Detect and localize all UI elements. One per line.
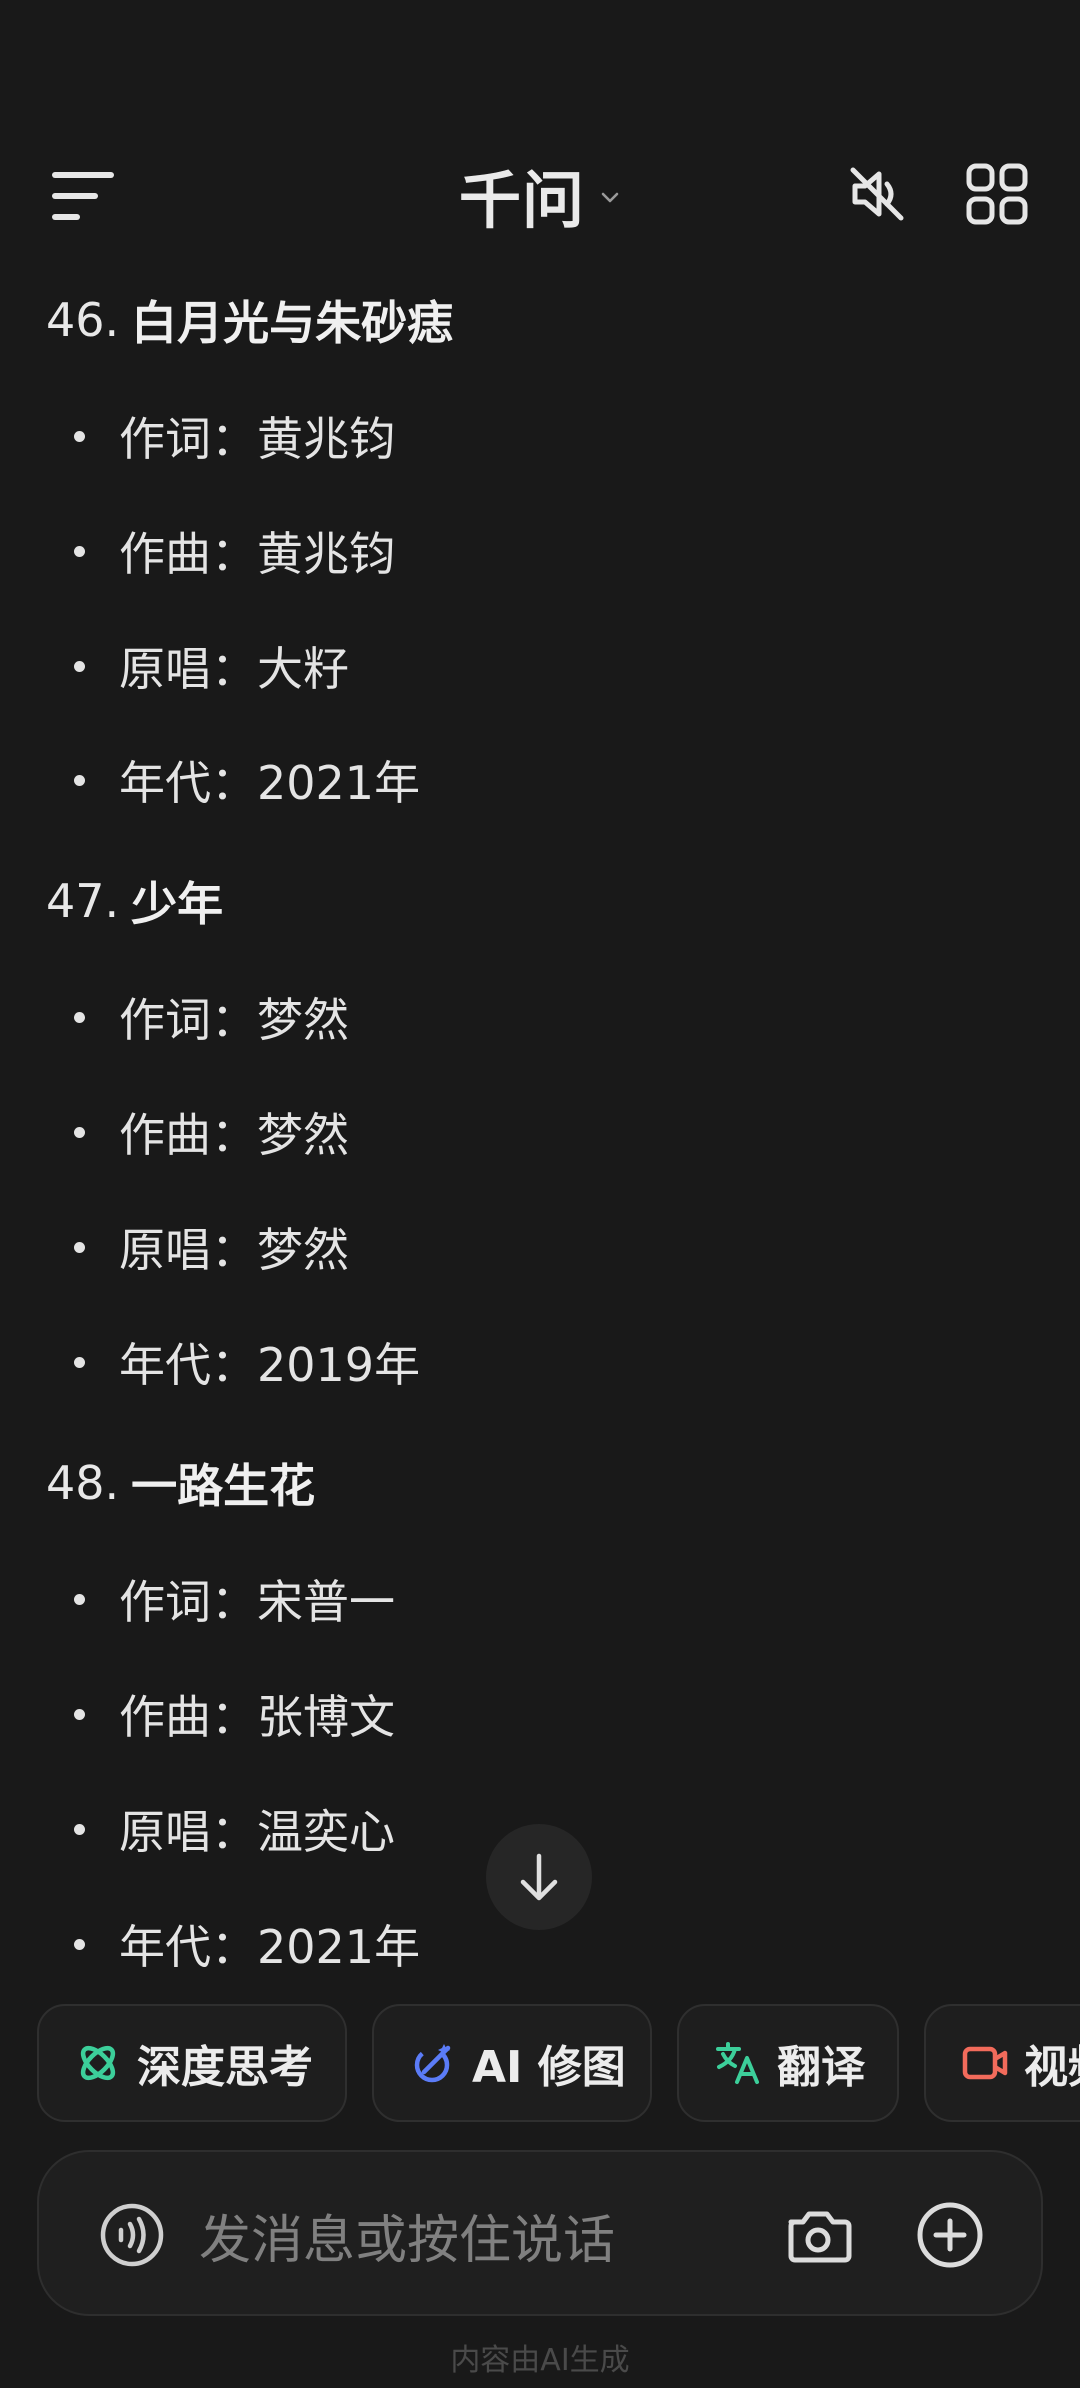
list-item-text: 年代：2021年 (119, 756, 421, 810)
list-item-text: 年代：2019年 (119, 1338, 421, 1392)
title-switcher[interactable]: 千问 (0, 150, 1080, 240)
video-icon (962, 2046, 1008, 2080)
list-item: 年代：2021年 (74, 740, 420, 820)
song-heading: 46. 白月光与朱砂痣 (46, 280, 453, 360)
bullet-dot (74, 430, 85, 442)
bullet-dot (74, 1823, 85, 1835)
bullet-dot (74, 1011, 85, 1023)
quick-actions: 深度思考 AI 修图 翻译 视频 (0, 2004, 1080, 2124)
chip-label: 深度思考 (137, 2042, 313, 2093)
arrow-down-icon (520, 1853, 558, 1901)
song-number: 47. (46, 874, 120, 928)
chip-label: 翻译 (777, 2042, 865, 2093)
app-header: 千问 (0, 0, 1080, 280)
song-title: 一路生花 (131, 1459, 316, 1513)
chip-label: 视频 (1024, 2042, 1080, 2093)
message-input-bar[interactable]: 发消息或按住说话 (37, 2150, 1043, 2316)
list-item-text: 作曲：张博文 (119, 1690, 395, 1744)
bullet-dot (74, 1241, 85, 1253)
list-item-text: 原唱：温奕心 (119, 1805, 395, 1859)
list-item-text: 作曲：梦然 (119, 1108, 349, 1162)
bullet-dot (74, 545, 85, 557)
grid-apps-icon[interactable] (965, 162, 1029, 226)
song-heading: 48. 一路生花 (46, 1443, 315, 1523)
chip-ai-edit-image[interactable]: AI 修图 (372, 2004, 652, 2122)
deep-think-icon (80, 2045, 116, 2081)
list-item: 原唱：温奕心 (74, 1789, 395, 1869)
bullet-dot (74, 1126, 85, 1138)
list-item-text: 原唱：梦然 (119, 1223, 349, 1277)
list-item-text: 作词：宋普一 (119, 1575, 395, 1629)
bullet-dot (74, 1593, 85, 1605)
list-item: 原唱：梦然 (74, 1207, 349, 1287)
bullet-dot (74, 660, 85, 672)
song-heading: 47. 少年 (46, 861, 223, 941)
list-item-text: 原唱：大籽 (119, 642, 349, 696)
ai-edit-image-icon (414, 2044, 451, 2083)
chip-translate[interactable]: 翻译 (677, 2004, 899, 2122)
song-number: 48. (46, 1456, 120, 1510)
app-title: 千问 (458, 164, 585, 237)
speaker-muted-icon[interactable] (845, 162, 909, 226)
message-input[interactable]: 发消息或按住说话 (199, 2192, 615, 2278)
scroll-to-bottom-button[interactable] (486, 1824, 592, 1930)
chevron-down-icon (601, 192, 619, 203)
song-number: 46. (46, 293, 120, 347)
chip-video[interactable]: 视频 (924, 2004, 1080, 2122)
voice-input-icon[interactable] (99, 2202, 165, 2268)
list-item-text: 作词：梦然 (119, 993, 349, 1047)
bullet-dot (74, 1356, 85, 1368)
list-item-text: 作曲：黄兆钧 (119, 527, 395, 581)
list-item: 原唱：大籽 (74, 626, 349, 706)
list-item: 作词：梦然 (74, 977, 349, 1057)
list-item: 年代：2019年 (74, 1322, 420, 1402)
list-item-text: 作词：黄兆钧 (119, 412, 395, 466)
chip-label: AI 修图 (472, 2042, 626, 2093)
camera-icon[interactable] (783, 2200, 853, 2270)
list-item: 作曲：梦然 (74, 1092, 349, 1172)
ai-disclaimer: 内容由AI生成 (450, 2343, 630, 2378)
bullet-dot (74, 774, 85, 786)
bullet-dot (74, 1938, 85, 1950)
song-title: 白月光与朱砂痣 (131, 296, 454, 350)
bullet-dot (74, 1708, 85, 1720)
plus-circle-icon[interactable] (915, 2200, 985, 2270)
list-item: 作词：黄兆钧 (74, 396, 395, 476)
list-item: 作词：宋普一 (74, 1559, 395, 1639)
list-item: 年代：2021年 (74, 1904, 420, 1984)
song-title: 少年 (131, 877, 224, 931)
translate-icon (716, 2042, 759, 2084)
list-item: 作曲：黄兆钧 (74, 511, 395, 591)
list-item-text: 年代：2021年 (119, 1920, 421, 1974)
list-item: 作曲：张博文 (74, 1674, 395, 1754)
chip-deep-think[interactable]: 深度思考 (37, 2004, 347, 2122)
